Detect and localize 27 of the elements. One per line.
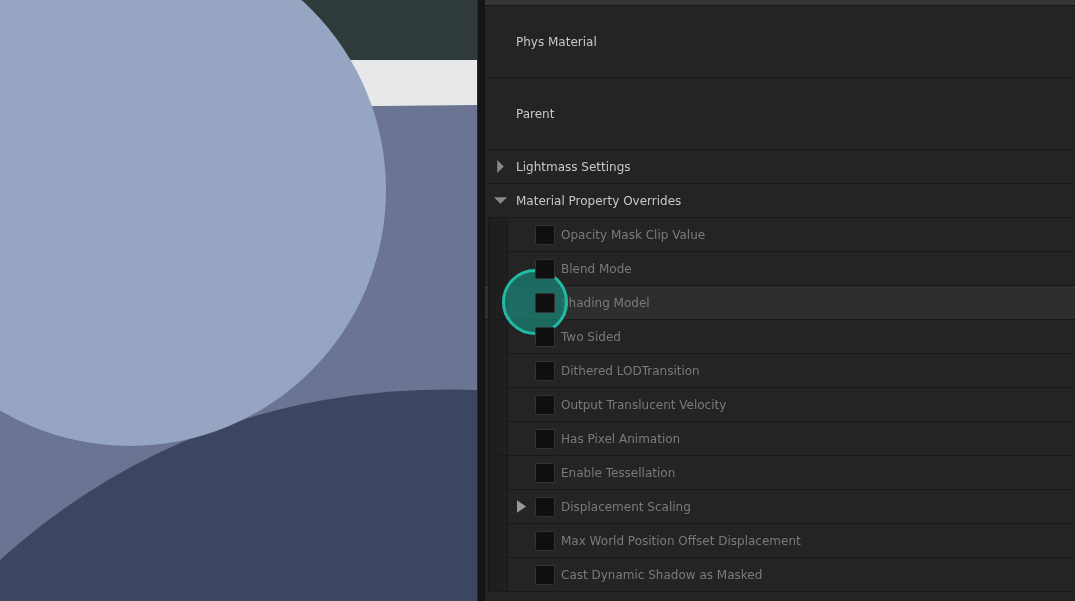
override-row[interactable]: Enable Tessellation (485, 456, 1075, 490)
checkbox[interactable] (535, 360, 555, 381)
category-header[interactable]: Lightmass Settings (485, 150, 1075, 184)
checkbox[interactable] (535, 530, 555, 551)
checkbox[interactable] (535, 224, 555, 245)
expanded-triangle-icon (494, 194, 507, 207)
property-label: Phys Material (516, 34, 597, 49)
override-row[interactable]: Has Pixel Animation (485, 422, 1075, 456)
property-label: Parent (516, 106, 555, 121)
collapsed-triangle-icon (494, 160, 507, 173)
override-row[interactable]: Dithered LODTransition (485, 354, 1075, 388)
checkbox[interactable] (535, 462, 555, 483)
category-header[interactable]: Material Property Overrides (485, 184, 1075, 218)
override-row[interactable]: Max World Position Offset Displacement (485, 524, 1075, 558)
override-row[interactable]: Cast Dynamic Shadow as Masked (485, 558, 1075, 592)
panel-splitter[interactable] (477, 0, 485, 601)
collapsed-triangle-icon[interactable] (517, 500, 526, 513)
override-row[interactable]: Opacity Mask Clip Value (485, 218, 1075, 252)
checkbox[interactable] (535, 258, 555, 279)
checkbox[interactable] (535, 292, 555, 313)
checkbox[interactable] (535, 326, 555, 347)
checkbox[interactable] (535, 496, 555, 517)
override-row[interactable]: Displacement Scaling (485, 490, 1075, 524)
override-row[interactable]: Output Translucent Velocity (485, 388, 1075, 422)
checkbox[interactable] (535, 428, 555, 449)
checkbox[interactable] (535, 394, 555, 415)
checkbox[interactable] (535, 564, 555, 585)
